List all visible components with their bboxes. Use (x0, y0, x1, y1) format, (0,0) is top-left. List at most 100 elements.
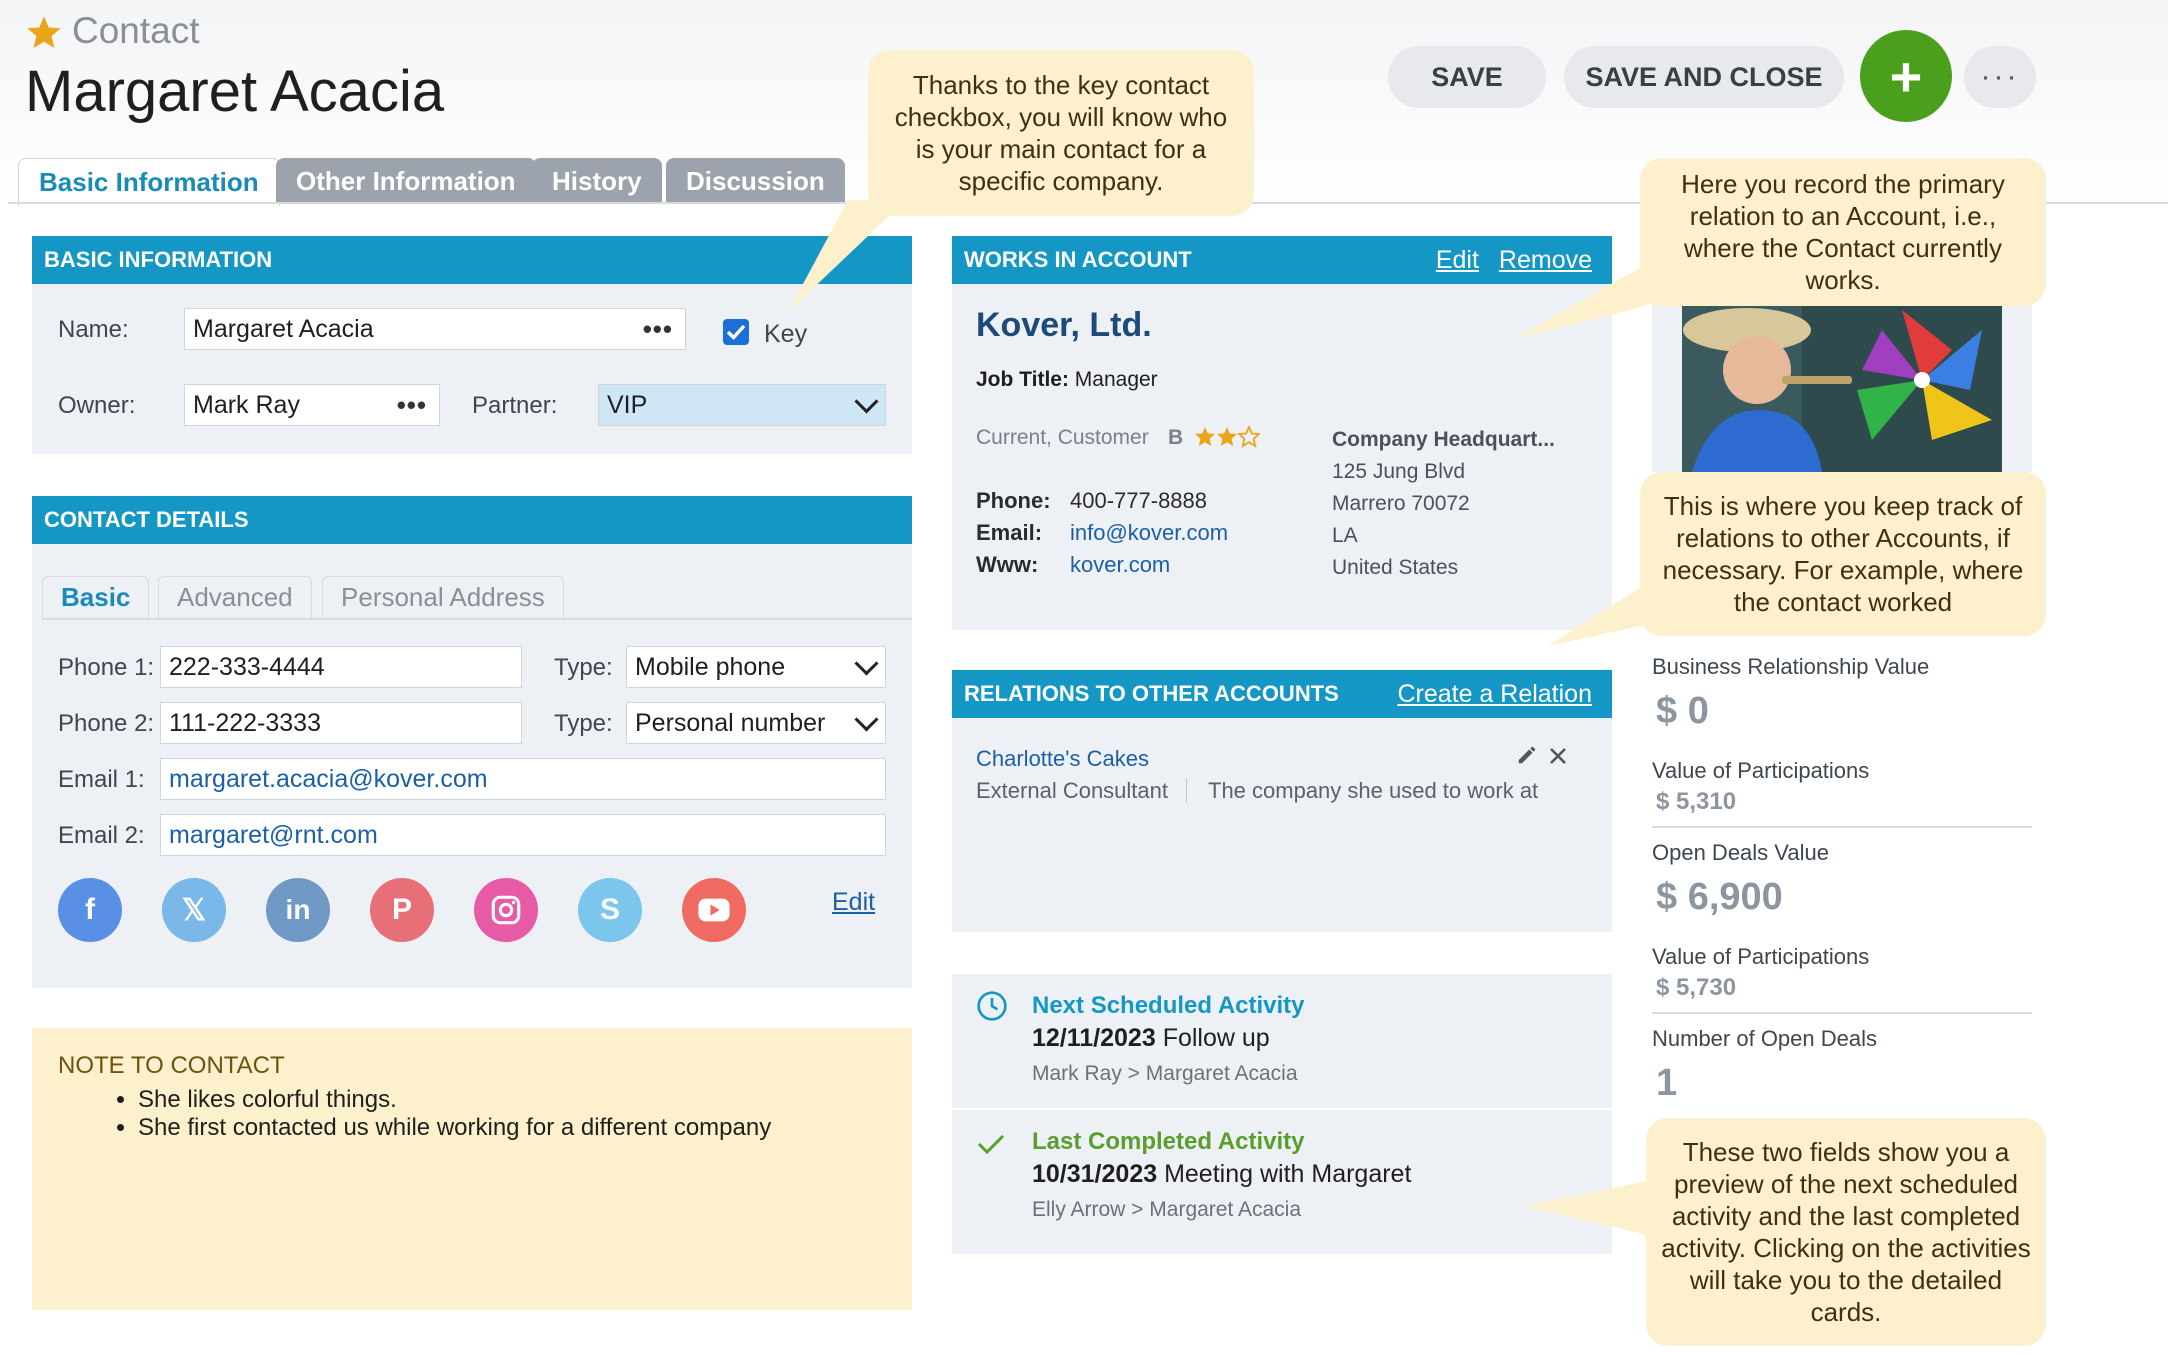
address-line: LA (1332, 524, 1358, 547)
key-contact-checkbox[interactable] (722, 318, 750, 346)
partner-select[interactable]: VIP (598, 384, 886, 426)
works-in-account-heading: WORKS IN ACCOUNT (964, 247, 1192, 272)
subtab-basic[interactable]: Basic (42, 576, 150, 618)
next-activity-people: Mark Ray > Margaret Acacia (1032, 1062, 1298, 1085)
last-activity-people: Elly Arrow > Margaret Acacia (1032, 1198, 1302, 1221)
facebook-icon[interactable]: f (58, 878, 122, 942)
key-label: Key (764, 320, 808, 348)
email2-input[interactable]: margaret@rnt.com (160, 814, 886, 856)
note-heading: NOTE TO CONTACT (58, 1052, 285, 1079)
x-twitter-icon[interactable]: 𝕏 (162, 878, 226, 942)
add-button[interactable]: + (1860, 30, 1952, 122)
last-activity-label: Last Completed Activity (1032, 1128, 1305, 1155)
account-phone: 400-777-8888 (1070, 488, 1208, 513)
participations-value: $ 5,310 (1656, 788, 1737, 815)
owner-field[interactable]: Mark Ray ••• (184, 384, 440, 426)
callout-key-contact: Thanks to the key contact checkbox, you … (868, 50, 1254, 216)
subtab-personal-address[interactable]: Personal Address (322, 576, 564, 618)
instagram-icon[interactable] (474, 878, 538, 942)
callout-primary-relation: Here you record the primary relation to … (1640, 158, 2046, 306)
email2-label: Email 2: (58, 822, 145, 849)
account-status: Current, Customer (976, 426, 1149, 449)
phone1-type-select[interactable]: Mobile phone (626, 646, 886, 688)
account-name-link[interactable]: Kover, Ltd. (976, 306, 1152, 345)
youtube-icon[interactable] (682, 878, 746, 942)
name-field[interactable]: Margaret Acacia ••• (184, 308, 686, 350)
phone1-input[interactable]: 222-333-4444 (160, 646, 522, 688)
account-grade: B (1168, 426, 1184, 449)
tab-history[interactable]: History (532, 158, 662, 204)
note-item: She likes colorful things. (138, 1086, 771, 1114)
phone2-type-select[interactable]: Personal number (626, 702, 886, 744)
owner-lookup-icon[interactable]: ••• (397, 390, 427, 421)
name-value: Margaret Acacia (193, 314, 374, 343)
open-deals-count-label: Number of Open Deals (1652, 1026, 1877, 1051)
callout-activities: These two fields show you a preview of t… (1646, 1118, 2046, 1346)
name-lookup-icon[interactable]: ••• (643, 314, 673, 345)
phone2-input[interactable]: 111-222-3333 (160, 702, 522, 744)
phone1-label: Phone 1: (58, 654, 155, 681)
tab-discussion[interactable]: Discussion (666, 158, 845, 204)
last-activity-subject: Meeting with Margaret (1164, 1160, 1412, 1188)
stats-divider (1652, 1012, 2032, 1014)
account-website-link[interactable]: kover.com (1070, 552, 1170, 578)
works-edit-link[interactable]: Edit (1436, 246, 1479, 275)
job-title-value: Manager (1074, 368, 1158, 391)
participations-value: $ 5,730 (1656, 974, 1737, 1001)
chevron-down-icon (854, 388, 879, 414)
contact-details-heading: CONTACT DETAILS (32, 496, 912, 544)
subtab-advanced[interactable]: Advanced (158, 576, 312, 618)
phone-label: Phone: (976, 488, 1051, 513)
phone1-type-value: Mobile phone (635, 652, 786, 681)
works-remove-link[interactable]: Remove (1499, 246, 1592, 275)
open-deals-value-label: Open Deals Value (1652, 840, 1829, 865)
email1-label: Email 1: (58, 766, 145, 793)
chevron-down-icon (854, 650, 879, 676)
type2-label: Type: (554, 710, 613, 737)
basic-information-heading: BASIC INFORMATION (32, 236, 912, 284)
account-email-link[interactable]: info@kover.com (1070, 520, 1228, 546)
participations-label: Value of Participations (1652, 944, 1870, 969)
brv-label: Business Relationship Value (1652, 654, 1930, 679)
contact-photo[interactable] (1652, 290, 2032, 472)
callout-other-relations: This is where you keep track of relation… (1640, 472, 2046, 636)
save-and-close-button[interactable]: SAVE AND CLOSE (1564, 46, 1844, 108)
create-relation-link[interactable]: Create a Relation (1397, 680, 1592, 709)
save-button[interactable]: SAVE (1388, 46, 1546, 108)
page-title: Margaret Acacia (25, 59, 445, 124)
owner-label: Owner: (58, 392, 136, 419)
close-icon[interactable] (1548, 746, 1568, 766)
relation-divider (1186, 778, 1187, 802)
relation-note: The company she used to work at (1208, 778, 1539, 803)
more-options-button[interactable]: ··· (1964, 46, 2036, 108)
open-deals-value: $ 6,900 (1656, 876, 1783, 918)
tab-other-information[interactable]: Other Information (276, 158, 536, 204)
pinterest-icon[interactable]: P (370, 878, 434, 942)
last-activity-title[interactable]: 10/31/2023 Meeting with Margaret (1032, 1160, 1411, 1189)
tab-basic-information[interactable]: Basic Information (18, 158, 280, 206)
phone2-label: Phone 2: (58, 710, 155, 737)
relation-company-link[interactable]: Charlotte's Cakes (976, 746, 1149, 772)
phone2-type-value: Personal number (635, 708, 826, 737)
job-title-label: Job Title: (976, 368, 1069, 391)
www-label: Www: (976, 552, 1039, 577)
check-icon (977, 1134, 1005, 1155)
edit-pencil-icon[interactable] (1516, 744, 1538, 766)
participations-label: Value of Participations (1652, 758, 1870, 783)
next-activity-subject: Follow up (1162, 1024, 1270, 1052)
clock-icon (977, 991, 1007, 1021)
social-edit-link[interactable]: Edit (832, 888, 875, 917)
stats-divider (1652, 826, 2032, 828)
email-label: Email: (976, 520, 1043, 545)
favorite-star-icon[interactable] (25, 14, 63, 52)
linkedin-icon[interactable]: in (266, 878, 330, 942)
email1-input[interactable]: margaret.acacia@kover.com (160, 758, 886, 800)
skype-icon[interactable]: S (578, 878, 642, 942)
relation-role: External Consultant (976, 778, 1168, 803)
subtabs-divider (42, 618, 912, 620)
job-title: Job Title: Manager (976, 368, 1158, 392)
owner-value: Mark Ray (193, 390, 300, 419)
next-activity-title[interactable]: 12/11/2023 Follow up (1032, 1024, 1270, 1053)
partner-value: VIP (607, 390, 648, 419)
brv-value: $ 0 (1656, 690, 1709, 732)
